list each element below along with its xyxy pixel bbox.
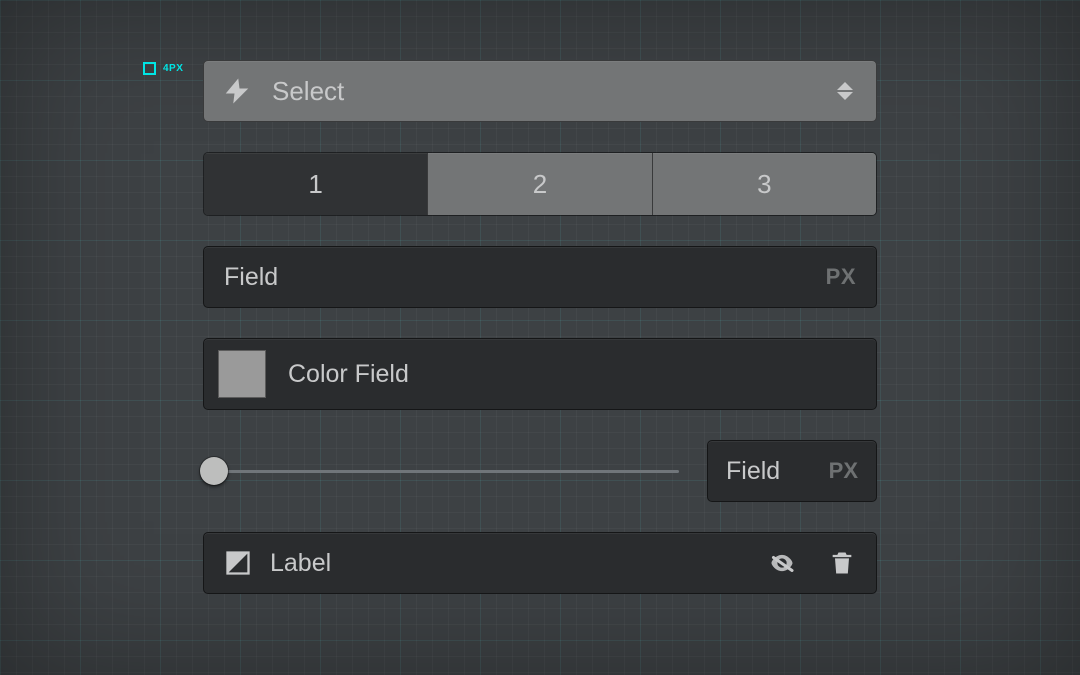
color-swatch[interactable] xyxy=(218,350,266,398)
segment-label: 2 xyxy=(533,169,547,200)
slider-track xyxy=(203,470,679,473)
slider-field-value: Field xyxy=(726,457,829,486)
select-chevrons-icon xyxy=(836,82,854,100)
color-field[interactable]: Color Field xyxy=(203,338,877,410)
scale-swatch-icon xyxy=(143,62,156,75)
slider-field-unit: PX xyxy=(829,458,858,484)
text-field-value: Field xyxy=(224,263,826,292)
segment-label: 1 xyxy=(308,169,322,200)
controls-stack: Select 1 2 3 Field PX Color Field Fi xyxy=(203,60,877,594)
eye-off-icon xyxy=(768,549,796,577)
select-label: Select xyxy=(272,76,816,107)
segmented-control: 1 2 3 xyxy=(203,152,877,216)
slider-row: Field PX xyxy=(203,440,877,502)
text-field-unit: PX xyxy=(826,264,856,290)
visibility-toggle[interactable] xyxy=(768,549,796,577)
color-field-label: Color Field xyxy=(288,360,409,389)
scale-label: 4PX xyxy=(163,63,183,74)
segment-2[interactable]: 2 xyxy=(427,153,651,215)
layer-row: Label xyxy=(203,532,877,594)
slider-field[interactable]: Field PX xyxy=(707,440,877,502)
segment-1[interactable]: 1 xyxy=(204,153,427,215)
text-field[interactable]: Field PX xyxy=(203,246,877,308)
select-dropdown[interactable]: Select xyxy=(203,60,877,122)
scale-badge: 4PX xyxy=(143,62,183,75)
slider-thumb[interactable] xyxy=(200,457,228,485)
exposure-icon xyxy=(224,549,252,577)
bolt-icon xyxy=(222,76,252,106)
slider[interactable] xyxy=(203,440,679,502)
segment-3[interactable]: 3 xyxy=(652,153,876,215)
layer-label: Label xyxy=(270,549,750,578)
trash-icon xyxy=(828,549,856,577)
delete-button[interactable] xyxy=(828,549,856,577)
segment-label: 3 xyxy=(757,169,771,200)
